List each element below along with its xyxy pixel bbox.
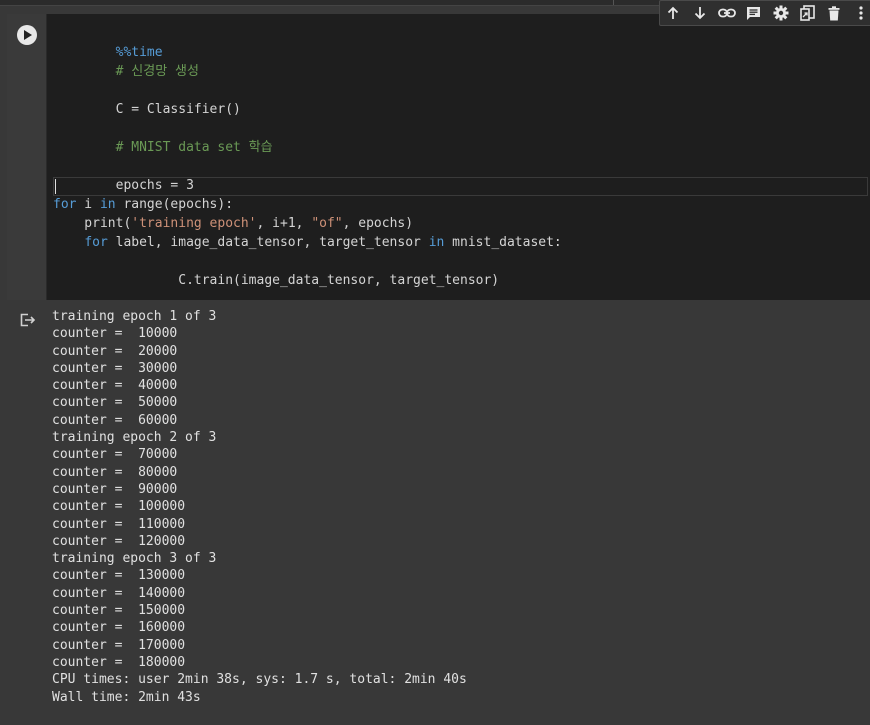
code-line: C.train(image_data_tensor, target_tensor… bbox=[53, 252, 499, 288]
code-cell[interactable]: %%time # 신경망 생성 C = Classifier() # MNIST… bbox=[7, 0, 870, 300]
settings-icon bbox=[773, 5, 789, 21]
output-line: counter = 180000 bbox=[52, 654, 186, 670]
divider bbox=[613, 0, 614, 5]
code-line: %%time bbox=[53, 24, 163, 60]
delete-button[interactable] bbox=[821, 1, 848, 25]
text-cursor bbox=[55, 179, 56, 194]
code-text: , epochs) bbox=[342, 216, 414, 231]
output-line: counter = 120000 bbox=[52, 533, 186, 549]
delete-icon bbox=[828, 5, 840, 20]
string-literal: 'training epoch' bbox=[131, 216, 257, 231]
output-line: Wall time: 2min 43s bbox=[52, 689, 201, 705]
code-text: C.train(image_data_tensor, target_tensor… bbox=[115, 273, 500, 288]
comment: # MNIST data set 학습 bbox=[115, 140, 273, 155]
code-line: # 신경망 생성 bbox=[53, 43, 199, 79]
arrow-up-icon bbox=[668, 6, 679, 19]
code-text: print( bbox=[53, 216, 132, 231]
output-line: counter = 130000 bbox=[52, 568, 186, 584]
output-line: training epoch 1 of 3 bbox=[52, 309, 217, 324]
output-line: counter = 90000 bbox=[52, 481, 178, 497]
mirror-cell-button[interactable] bbox=[794, 1, 821, 25]
keyword-for: for bbox=[84, 235, 108, 250]
code-line: for label, image_data_tensor, target_ten… bbox=[53, 233, 562, 252]
output-text: training epoch 1 of 3 counter = 10000 coun… bbox=[52, 308, 467, 706]
output-line: counter = 140000 bbox=[52, 585, 186, 601]
keyword-in: in bbox=[428, 235, 445, 250]
output-line: counter = 10000 bbox=[52, 326, 178, 342]
code-editor[interactable]: %%time # 신경망 생성 C = Classifier() # MNIST… bbox=[47, 14, 870, 300]
code-line: print('training epoch', i+1, "of", epoch… bbox=[53, 214, 413, 233]
output-line: counter = 60000 bbox=[52, 412, 178, 428]
notebook-frame: %%time # 신경망 생성 C = Classifier() # MNIST… bbox=[0, 0, 870, 725]
arrow-down-icon bbox=[695, 7, 706, 20]
code-text: C = Classifier() bbox=[115, 102, 241, 117]
comment: # 신경망 생성 bbox=[115, 64, 199, 79]
run-cell-button[interactable] bbox=[17, 25, 37, 45]
cell-output: training epoch 1 of 3 counter = 10000 coun… bbox=[0, 300, 870, 725]
settings-button[interactable] bbox=[767, 1, 794, 25]
more-icon bbox=[859, 6, 863, 20]
code-line: # MNIST data set 학습 bbox=[53, 119, 273, 155]
code-text: mnist_dataset: bbox=[444, 235, 562, 250]
output-line: counter = 40000 bbox=[52, 378, 178, 394]
keyword-in: in bbox=[99, 197, 116, 212]
code-text: range(epochs): bbox=[115, 197, 234, 212]
code-line: for i in range(epochs): bbox=[53, 195, 233, 214]
code-text: i bbox=[76, 197, 100, 212]
output-line: counter = 20000 bbox=[52, 343, 178, 359]
output-line: counter = 160000 bbox=[52, 620, 186, 636]
output-line: counter = 70000 bbox=[52, 447, 178, 463]
move-up-button[interactable] bbox=[660, 1, 687, 25]
output-line: counter = 170000 bbox=[52, 637, 186, 653]
output-line: training epoch 3 of 3 bbox=[52, 551, 217, 567]
output-actions-icon[interactable] bbox=[20, 313, 36, 327]
output-line: CPU times: user 2min 38s, sys: 1.7 s, to… bbox=[52, 672, 467, 688]
active-line[interactable] bbox=[53, 177, 868, 196]
move-down-button[interactable] bbox=[687, 1, 714, 25]
code-line: C = Classifier() bbox=[53, 81, 241, 117]
code-line: epochs = 3 bbox=[53, 157, 194, 193]
output-line: counter = 50000 bbox=[52, 395, 178, 411]
code-text: label, image_data_tensor, target_tensor bbox=[107, 235, 429, 250]
comment-button[interactable] bbox=[740, 1, 767, 25]
link-button[interactable] bbox=[714, 1, 741, 25]
more-options-button[interactable] bbox=[848, 1, 870, 25]
cell-toolbar bbox=[659, 0, 870, 26]
link-icon bbox=[718, 8, 736, 18]
output-line: counter = 30000 bbox=[52, 360, 178, 376]
output-line: counter = 150000 bbox=[52, 603, 186, 619]
cell-gutter bbox=[7, 14, 46, 300]
code-text: , i+1, bbox=[256, 216, 312, 231]
output-line: training epoch 2 of 3 bbox=[52, 430, 217, 446]
string-literal: "of" bbox=[311, 216, 343, 231]
output-line: counter = 100000 bbox=[52, 499, 186, 515]
comment-icon bbox=[747, 6, 761, 20]
keyword-for: for bbox=[53, 197, 77, 212]
mirror-cell-icon bbox=[800, 5, 815, 21]
output-line: counter = 110000 bbox=[52, 516, 186, 532]
output-line: counter = 80000 bbox=[52, 464, 178, 480]
